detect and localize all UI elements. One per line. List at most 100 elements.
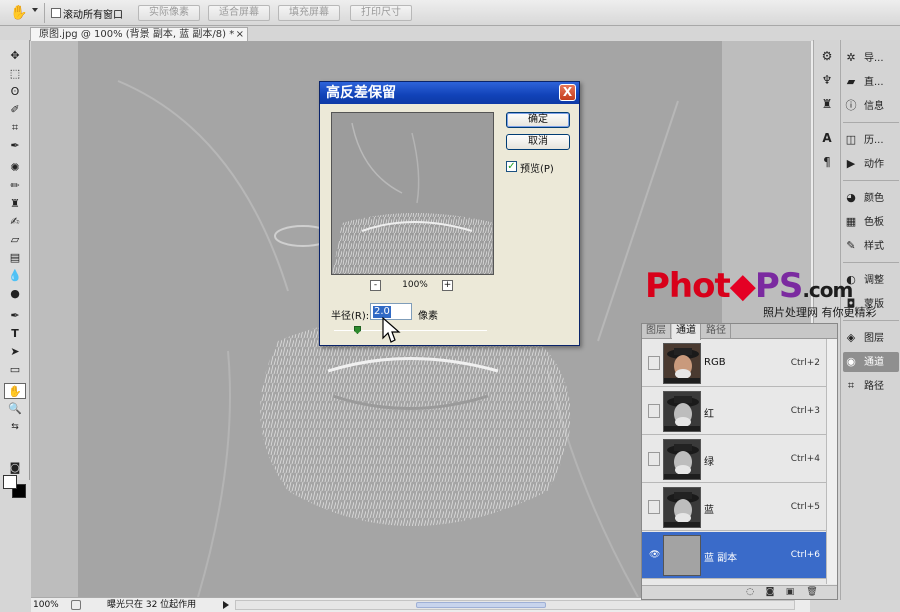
visibility-toggle[interactable] [648,452,660,466]
dock-item-label: 动作 [864,159,884,170]
character-icon[interactable]: A [819,130,835,146]
tab-layers[interactable]: 图层 [642,324,671,339]
hand-tool-icon[interactable]: ✋ [8,4,30,22]
dodge-tool-icon[interactable]: ● [4,286,26,302]
eye-visibility-icon[interactable]: 👁 [648,548,660,562]
brushes-icon[interactable]: ♆ [819,72,835,88]
channel-row[interactable]: 绿 Ctrl+4 [642,436,826,483]
blur-tool-icon[interactable]: 💧 [4,268,26,284]
clone-stamp-tool-icon[interactable]: ♜ [4,196,26,212]
foreground-color-swatch[interactable] [3,475,17,489]
channels-scrollbar[interactable] [826,339,837,584]
channel-name: 蓝 [704,505,714,516]
actual-pixels-button[interactable]: 实际像素 [138,5,200,21]
dock-item-label: 颜色 [864,193,884,204]
marquee-tool-icon[interactable]: ⬚ [4,66,26,82]
history-icon: ◫ [845,133,857,146]
gradient-tool-icon[interactable]: ▤ [4,250,26,266]
close-document-icon[interactable]: × [236,28,244,41]
dock-item-swatches[interactable]: ▦ 色板 [843,212,899,232]
save-selection-as-channel-icon[interactable]: ◙ [764,587,776,598]
channel-name: 绿 [704,457,714,468]
scroll-all-windows-checkbox[interactable] [51,8,61,18]
status-menu-arrow-icon[interactable] [223,601,229,609]
dock-item-info[interactable]: ⓘ 信息 [843,96,899,116]
eraser-tool-icon[interactable]: ▱ [4,232,26,248]
dock-item-channels[interactable]: ◉ 通道 [843,352,899,372]
brush-tool-icon[interactable]: ✏ [4,178,26,194]
dock-item-layers[interactable]: ◈ 图层 [843,328,899,348]
dock-item-histogram[interactable]: ▰ 直... [843,72,899,92]
channel-shortcut: Ctrl+3 [790,406,820,416]
radius-label: 半径(R): [331,311,370,322]
fit-screen-button[interactable]: 适合屏幕 [208,5,270,21]
preview-checkbox[interactable]: ✓ [506,161,517,172]
tool-preset-dropdown-icon[interactable] [32,8,38,12]
channel-row[interactable]: 蓝 Ctrl+5 [642,484,826,531]
zoom-level-field[interactable]: 100% [33,598,67,612]
dock-item-label: 历... [864,135,884,146]
eyedropper-tool-icon[interactable]: ✒ [4,138,26,154]
tool-presets-icon[interactable]: ⚙ [819,48,835,64]
healing-brush-tool-icon[interactable]: ✺ [4,160,26,176]
visibility-toggle[interactable] [648,356,660,370]
lasso-tool-icon[interactable]: ʘ [4,84,26,100]
zoom-in-button[interactable]: + [442,280,453,291]
dock-item-navigator[interactable]: ✲ 导... [843,48,899,68]
status-info-icon[interactable] [71,600,81,610]
preview-image [332,113,493,274]
radius-slider-thumb[interactable] [353,326,361,334]
crop-tool-icon[interactable]: ⌗ [4,120,26,136]
path-select-tool-icon[interactable]: ➤ [4,344,26,360]
channel-thumbnail [663,487,701,528]
new-channel-icon[interactable]: ▣ [784,587,796,598]
paragraph-icon[interactable]: ¶ [819,154,835,170]
dock-item-label: 图层 [864,333,884,344]
dock-item-color[interactable]: ◕ 颜色 [843,188,899,208]
quick-select-tool-icon[interactable]: ✐ [4,102,26,118]
dialog-close-button[interactable]: X [559,84,576,101]
dock-item-actions[interactable]: ▶ 动作 [843,154,899,174]
clone-source-icon[interactable]: ♜ [819,96,835,112]
channel-row[interactable]: 👁 蓝 副本 Ctrl+6 [642,532,826,579]
tab-paths[interactable]: 路径 [702,324,731,339]
dock-item-label: 样式 [864,241,884,252]
ok-button[interactable]: 确定 [506,112,570,128]
dock-item-paths[interactable]: ⌗ 路径 [843,376,899,396]
channels-panel: 图层 通道 路径 RGB Ctrl+2 红 Ctrl+3 绿 Ctrl+4 蓝 Ctrl+5 👁… [641,323,838,600]
quick-mask-icon[interactable]: ◙ [4,460,26,476]
shape-tool-icon[interactable]: ▭ [4,362,26,378]
horizontal-scroll-thumb[interactable] [416,602,546,608]
dialog-title-bar[interactable]: 高反差保留 X [320,82,579,104]
document-horizontal-scrollbar[interactable] [235,600,795,610]
type-tool-icon[interactable]: T [4,326,26,342]
preview-zoom-percent: 100% [402,280,428,290]
delete-channel-icon[interactable]: 🗑 [806,587,818,598]
document-tab[interactable]: 原图.jpg @ 100% (背景 副本, 蓝 副本/8) * × [30,27,248,41]
zoom-out-button[interactable]: - [370,280,381,291]
swap-colors-icon[interactable]: ⇆ [4,419,26,435]
channel-row[interactable]: RGB Ctrl+2 [642,340,826,387]
dock-item-styles[interactable]: ✎ 样式 [843,236,899,256]
dock-item-label: 通道 [864,357,884,368]
visibility-toggle[interactable] [648,404,660,418]
print-size-button[interactable]: 打印尺寸 [350,5,412,21]
channel-row[interactable]: 红 Ctrl+3 [642,388,826,435]
tab-channels[interactable]: 通道 [672,324,701,340]
panel-group-separator [843,180,899,181]
hand-tool-icon[interactable]: ✋ [4,383,26,399]
channel-name: 红 [704,409,714,420]
channel-name: 蓝 副本 [704,553,738,564]
channel-thumbnail [663,343,701,384]
load-channel-as-selection-icon[interactable]: ◌ [744,587,756,598]
dock-item-history[interactable]: ◫ 历... [843,130,899,150]
cancel-button[interactable]: 取消 [506,134,570,150]
zoom-tool-icon[interactable]: 🔍 [4,401,26,417]
dock-item-label: 色板 [864,217,884,228]
move-tool-icon[interactable]: ✥ [4,48,26,64]
visibility-toggle[interactable] [648,500,660,514]
fill-screen-button[interactable]: 填充屏幕 [278,5,340,21]
history-brush-tool-icon[interactable]: ✍ [4,214,26,230]
filter-preview[interactable] [331,112,494,275]
pen-tool-icon[interactable]: ✒ [4,308,26,324]
